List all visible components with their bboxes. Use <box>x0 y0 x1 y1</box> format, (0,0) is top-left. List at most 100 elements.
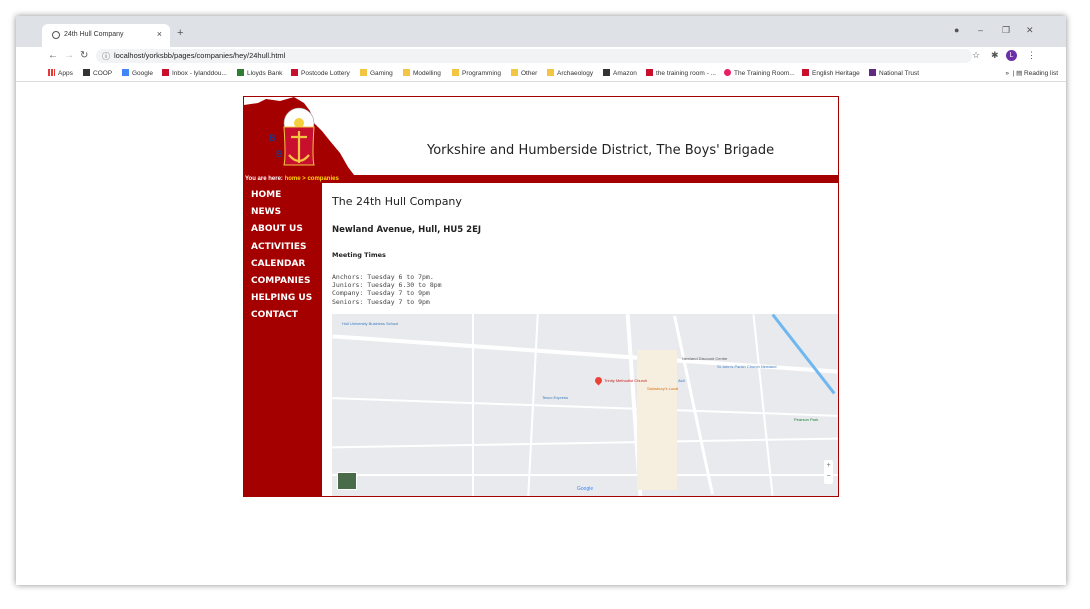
gmail-icon <box>162 69 169 76</box>
map-river <box>771 314 836 395</box>
map-road <box>332 437 838 449</box>
bookmark-amazon[interactable]: Amazon <box>603 69 637 77</box>
bookmark-gaming[interactable]: Gaming <box>360 69 393 77</box>
folder-icon <box>452 69 459 76</box>
bookmark-national-trust[interactable]: National Trust <box>869 69 919 77</box>
meeting-time-seniors: Seniors: Tuesday 7 to 9pm <box>332 297 430 306</box>
coop-icon <box>83 69 90 76</box>
map-label[interactable]: Sainsbury's Local <box>647 386 678 391</box>
bookmark-modelling[interactable]: Modelling <box>403 69 441 77</box>
bookmark-star-icon[interactable]: ☆ <box>972 50 980 61</box>
site-info-icon[interactable]: ⓘ <box>102 51 110 62</box>
reload-icon[interactable]: ↻ <box>80 50 88 61</box>
map-road <box>752 314 774 496</box>
company-address: Newland Avenue, Hull, HU5 2EJ <box>332 225 482 235</box>
tab-strip: 24th Hull Company × + ● – ❐ ✕ <box>16 16 1066 47</box>
browser-toolbar: ← → ↻ ⓘ localhost/yorksbb/pages/companie… <box>16 47 1066 65</box>
menu-kebab-icon[interactable]: ⋮ <box>1027 50 1036 61</box>
training-room-icon <box>646 69 653 76</box>
address-bar[interactable]: ⓘ localhost/yorksbb/pages/companies/hey/… <box>96 49 972 63</box>
folder-icon <box>403 69 410 76</box>
amazon-icon <box>603 69 610 76</box>
address-url[interactable]: localhost/yorksbb/pages/companies/hey/24… <box>114 51 285 60</box>
map-label[interactable]: Pearson Park <box>794 417 818 422</box>
map-layers-thumbnail[interactable] <box>337 472 357 490</box>
map-shopping-area <box>637 350 677 490</box>
training-room-icon <box>724 69 731 76</box>
profile-menu-icon[interactable]: ● <box>954 25 959 35</box>
map-label[interactable]: Trinity Methodist Church <box>604 378 647 383</box>
meeting-time-company: Company: Tuesday 7 to 9pm <box>332 289 430 298</box>
web-page: B B Yorkshire and Humberside District, T… <box>243 96 839 497</box>
apps-grid-icon <box>48 69 55 76</box>
bookmark-apps[interactable]: Apps <box>48 69 73 77</box>
site-banner: B B Yorkshire and Humberside District, T… <box>244 97 838 175</box>
meeting-times-heading: Meeting Times <box>332 251 386 259</box>
national-trust-icon <box>869 69 876 76</box>
bookmark-archaeology[interactable]: Archaeology <box>547 69 593 77</box>
folder-icon <box>511 69 518 76</box>
restore-button[interactable]: ❐ <box>1002 25 1010 36</box>
minimize-button[interactable]: – <box>978 25 983 35</box>
lottery-icon <box>291 69 298 76</box>
main-content: The 24th Hull Company Newland Avenue, Hu… <box>332 183 838 496</box>
extensions-puzzle-icon[interactable]: ✱ <box>991 50 999 61</box>
map-label[interactable]: Aldi <box>678 378 685 383</box>
nav-companies[interactable]: COMPANIES <box>244 273 322 290</box>
bookmark-google[interactable]: Google <box>122 69 153 77</box>
bookmark-programming[interactable]: Programming <box>452 69 501 77</box>
map-label[interactable]: Tesco Express <box>542 395 568 400</box>
nav-about-us[interactable]: ABOUT US <box>244 221 322 238</box>
tab-close-button[interactable]: × <box>157 29 162 39</box>
breadcrumb-companies-link[interactable]: companies <box>307 176 338 182</box>
map-zoom-controls[interactable]: + − <box>824 460 833 484</box>
svg-text:B: B <box>269 133 276 143</box>
bookmark-english-heritage[interactable]: English Heritage <box>802 69 860 77</box>
back-arrow-icon[interactable]: ← <box>48 50 58 61</box>
map-label[interactable]: Newland Discount Centre <box>682 356 727 361</box>
meeting-time-juniors: Juniors: Tuesday 6.30 to 8pm <box>332 281 442 290</box>
bookmark-lloyds[interactable]: Lloyds Bank <box>237 69 282 77</box>
district-logo-icon: B B <box>244 97 354 175</box>
map-label[interactable]: Hull University Business School <box>342 321 398 326</box>
profile-avatar[interactable]: L <box>1006 50 1017 61</box>
google-icon <box>122 69 129 76</box>
map-road <box>472 314 474 496</box>
map-road <box>332 474 838 476</box>
forward-arrow-icon[interactable]: → <box>64 50 74 61</box>
browser-window: 24th Hull Company × + ● – ❐ ✕ ← → ↻ ⓘ lo… <box>16 16 1066 585</box>
site-nav: HOME NEWS ABOUT US ACTIVITIES CALENDAR C… <box>244 183 322 496</box>
folder-icon <box>547 69 554 76</box>
map-label[interactable]: St John's Parish Church Newland <box>717 364 776 369</box>
page-title: The 24th Hull Company <box>332 195 462 208</box>
tab-title: 24th Hull Company <box>64 31 124 38</box>
bookmark-inbox[interactable]: Inbox - lylanddou... <box>162 69 227 77</box>
nav-helping-us[interactable]: HELPING US <box>244 290 322 307</box>
location-pin-icon[interactable] <box>593 375 604 386</box>
reading-list-button[interactable]: » | ▤ Reading list <box>1005 69 1058 77</box>
nav-activities[interactable]: ACTIVITIES <box>244 239 322 256</box>
bookmark-postcode-lottery[interactable]: Postcode Lottery <box>291 69 350 77</box>
nav-contact[interactable]: CONTACT <box>244 307 322 324</box>
meeting-time-anchors: Anchors: Tuesday 6 to 7pm. <box>332 273 434 281</box>
map-google-logo: Google <box>577 486 594 492</box>
bookmark-coop[interactable]: COOP <box>83 69 112 77</box>
svg-text:B: B <box>276 149 283 159</box>
lloyds-icon <box>237 69 244 76</box>
close-window-button[interactable]: ✕ <box>1026 25 1034 36</box>
bookmark-training-room-2[interactable]: The Training Room... <box>724 69 795 77</box>
browser-tab[interactable]: 24th Hull Company × <box>42 24 170 47</box>
new-tab-button[interactable]: + <box>177 27 183 39</box>
breadcrumb-home-link[interactable]: home <box>285 176 301 182</box>
english-heritage-icon <box>802 69 809 76</box>
nav-news[interactable]: NEWS <box>244 204 322 221</box>
bookmarks-bar: Apps COOP Google Inbox - lylanddou... Ll… <box>16 65 1066 82</box>
nav-home[interactable]: HOME <box>244 187 322 204</box>
bookmark-training-room[interactable]: the training room - ... <box>646 69 716 77</box>
embedded-map[interactable]: Hull University Business School Trinity … <box>332 314 838 496</box>
map-road <box>673 315 714 495</box>
globe-icon <box>52 31 60 39</box>
bookmark-other[interactable]: Other <box>511 69 537 77</box>
nav-calendar[interactable]: CALENDAR <box>244 256 322 273</box>
breadcrumb: You are here: home > companies <box>244 175 838 183</box>
